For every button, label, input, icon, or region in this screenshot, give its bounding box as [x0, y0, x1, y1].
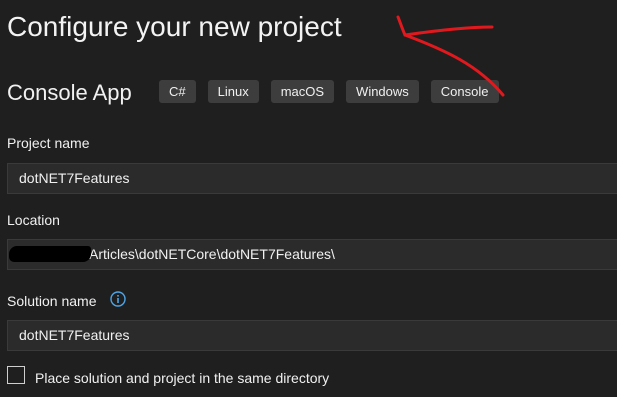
- solution-name-input[interactable]: dotNET7Features: [7, 320, 617, 351]
- location-input[interactable]: Articles\dotNETCore\dotNET7Features\: [7, 239, 617, 270]
- tag-linux: Linux: [207, 80, 259, 103]
- project-name-label: Project name: [7, 135, 90, 151]
- info-icon[interactable]: [110, 291, 126, 307]
- same-directory-label: Place solution and project in the same d…: [35, 370, 330, 386]
- tag-console: Console: [430, 80, 499, 103]
- tag-csharp: C#: [159, 80, 196, 103]
- solution-name-label: Solution name: [7, 293, 97, 309]
- location-label: Location: [7, 212, 60, 228]
- tag-macos: macOS: [270, 80, 335, 103]
- project-name-input[interactable]: dotNET7Features: [7, 163, 617, 194]
- page-title: Configure your new project: [7, 11, 342, 42]
- template-title: Console App: [7, 80, 132, 105]
- same-directory-checkbox[interactable]: [7, 366, 25, 384]
- template-tags: C# Linux macOS Windows Console: [159, 80, 499, 103]
- tag-windows: Windows: [346, 80, 419, 103]
- redaction-mark: [9, 246, 91, 262]
